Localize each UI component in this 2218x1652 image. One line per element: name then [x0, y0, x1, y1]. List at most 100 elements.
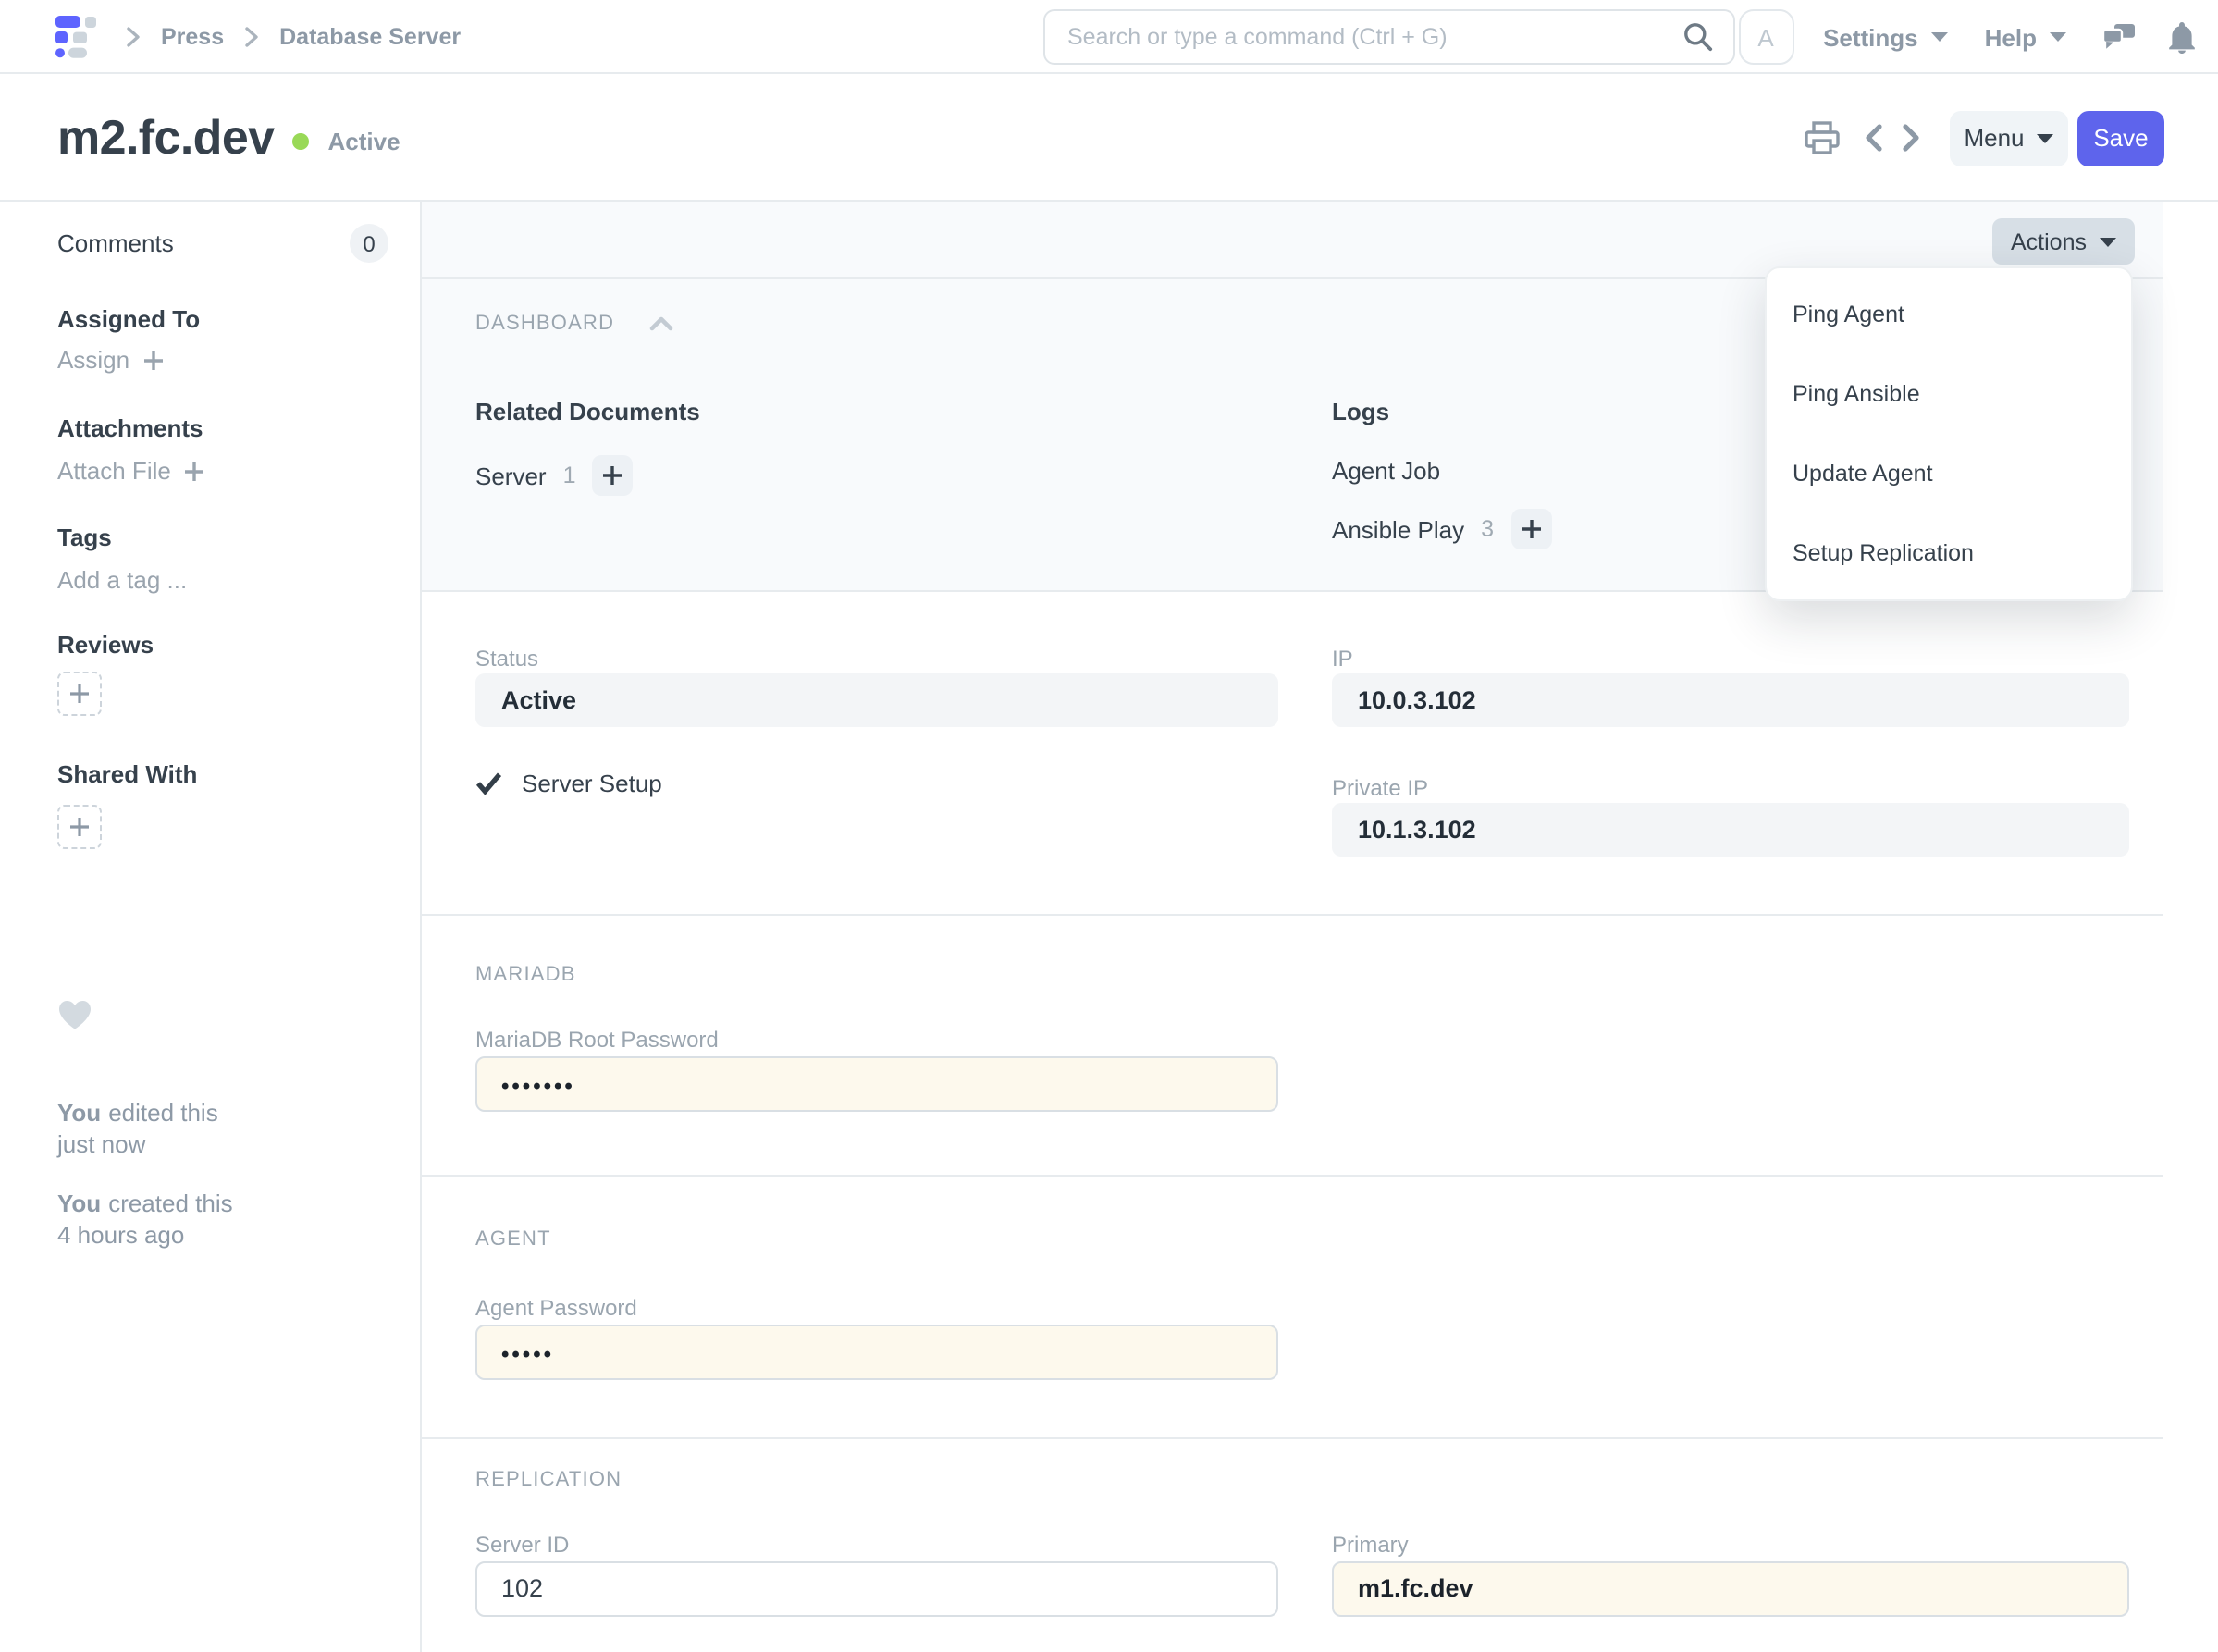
breadcrumb-database-server[interactable]: Database Server — [279, 24, 461, 50]
breadcrumb: Press Database Server — [126, 0, 461, 74]
share-button[interactable] — [57, 805, 102, 849]
server-id-label: Server ID — [475, 1532, 570, 1558]
menu-button-label: Menu — [1964, 124, 2025, 152]
agent-heading: AGENT — [475, 1228, 551, 1251]
agent-password-label: Agent Password — [475, 1295, 637, 1321]
assign-button[interactable]: Assign — [57, 346, 165, 374]
actions-button-label: Actions — [2011, 228, 2087, 254]
avatar-letter: A — [1757, 23, 1774, 51]
print-icon[interactable] — [1804, 120, 1841, 155]
global-search[interactable] — [1043, 9, 1735, 65]
form-sidebar: Comments 0 Assigned To Assign Attachment… — [0, 202, 420, 1652]
agent-password-input[interactable]: ••••• — [475, 1325, 1278, 1380]
menu-item-ping-agent[interactable]: Ping Agent — [1767, 276, 2131, 355]
settings-label: Settings — [1823, 23, 1918, 51]
add-tag-button[interactable]: Add a tag ... — [57, 566, 187, 594]
plus-icon — [70, 818, 89, 836]
breadcrumb-press[interactable]: Press — [161, 24, 224, 50]
related-documents-heading: Related Documents — [475, 398, 700, 425]
menu-button[interactable]: Menu — [1950, 110, 2068, 166]
add-review-button[interactable] — [57, 672, 102, 716]
avatar[interactable]: A — [1738, 9, 1794, 65]
prev-document-icon[interactable] — [1865, 124, 1883, 152]
mariadb-root-password-label: MariaDB Root Password — [475, 1027, 719, 1053]
agent-job-link[interactable]: Agent Job — [1332, 457, 1440, 485]
chevron-right-icon — [245, 27, 258, 47]
notifications-bell-icon[interactable] — [2168, 21, 2196, 53]
status-field-label: Status — [475, 646, 539, 672]
plus-icon — [144, 351, 164, 369]
server-id-input[interactable]: 102 — [475, 1561, 1278, 1617]
assign-label: Assign — [57, 346, 130, 374]
caret-down-icon — [2037, 133, 2054, 142]
help-label: Help — [1984, 23, 2037, 51]
attach-file-button[interactable]: Attach File — [57, 457, 206, 485]
status-field-value: Active — [475, 673, 1278, 727]
status-section: Status Active Server Setup IP 10.0.3.102… — [422, 592, 2163, 916]
server-setup-checkbox[interactable]: Server Setup — [475, 770, 1278, 797]
activity-edited: You edited this just now — [57, 1099, 218, 1158]
comments-count-badge: 0 — [350, 224, 388, 263]
status-indicator-dot — [292, 132, 310, 149]
assigned-to-heading: Assigned To — [57, 305, 201, 333]
search-input[interactable] — [1045, 24, 1683, 50]
chevron-right-icon — [127, 27, 140, 47]
primary-label: Primary — [1332, 1532, 1409, 1558]
ansible-play-link[interactable]: Ansible Play — [1332, 515, 1464, 543]
attach-file-label: Attach File — [57, 457, 171, 485]
plus-icon — [603, 466, 622, 485]
mariadb-section: MARIADB MariaDB Root Password ••••••• — [422, 916, 2163, 1177]
plus-icon — [1522, 520, 1540, 538]
reviews-heading: Reviews — [57, 631, 154, 659]
navbar-right: A Settings Help — [1738, 0, 2196, 74]
plus-icon — [185, 462, 204, 480]
server-doc-link[interactable]: Server — [475, 462, 547, 489]
shared-with-heading: Shared With — [57, 760, 198, 788]
attachments-heading: Attachments — [57, 414, 203, 442]
menu-item-setup-replication[interactable]: Setup Replication — [1767, 513, 2131, 593]
mariadb-heading: MARIADB — [475, 964, 576, 986]
dashboard-heading: DASHBOARD — [475, 313, 615, 335]
server-doc-count: 1 — [562, 462, 576, 488]
caret-down-icon — [2050, 32, 2066, 42]
checkmark-icon — [475, 772, 502, 795]
caret-down-icon — [1930, 32, 1948, 42]
actions-button[interactable]: Actions — [1992, 218, 2135, 265]
comments-label: Comments — [57, 229, 174, 257]
caret-down-icon — [2100, 237, 2116, 246]
app-root: Press Database Server A Settings Help — [0, 0, 2218, 1652]
collapse-section-icon[interactable] — [649, 316, 673, 331]
primary-input[interactable]: m1.fc.dev — [1332, 1561, 2129, 1617]
server-setup-label: Server Setup — [522, 770, 662, 797]
private-ip-field-value: 10.1.3.102 — [1332, 803, 2129, 857]
menu-item-update-agent[interactable]: Update Agent — [1767, 434, 2131, 513]
comments-link[interactable]: Comments 0 — [57, 224, 388, 263]
tags-heading: Tags — [57, 524, 112, 551]
ip-field-value: 10.0.3.102 — [1332, 673, 2129, 727]
ansible-play-count: 3 — [1481, 516, 1494, 542]
navbar: Press Database Server A Settings Help — [0, 0, 2218, 74]
save-button[interactable]: Save — [2077, 110, 2164, 166]
add-server-button[interactable] — [592, 455, 634, 496]
settings-menu[interactable]: Settings — [1823, 23, 1948, 51]
chat-icon[interactable] — [2103, 24, 2135, 50]
replication-section: REPLICATION Server ID 102 Primary m1.fc.… — [422, 1439, 2163, 1652]
page-header: m2.fc.dev Active Menu Save — [0, 74, 2218, 202]
private-ip-field-label: Private IP — [1332, 775, 1429, 801]
next-document-icon[interactable] — [1902, 124, 1920, 152]
menu-item-ping-ansible[interactable]: Ping Ansible — [1767, 355, 2131, 435]
help-menu[interactable]: Help — [1985, 23, 2066, 51]
ip-field-label: IP — [1332, 646, 1353, 672]
add-ansible-play-button[interactable] — [1510, 509, 1551, 549]
plus-icon — [70, 684, 89, 703]
mariadb-root-password-input[interactable]: ••••••• — [475, 1056, 1278, 1112]
replication-heading: REPLICATION — [475, 1469, 622, 1491]
activity-created: You created this 4 hours ago — [57, 1190, 233, 1249]
page-title: m2.fc.dev — [57, 109, 275, 165]
like-heart-icon[interactable] — [57, 999, 92, 1040]
app-logo-icon[interactable] — [55, 15, 102, 59]
status-indicator-label: Active — [327, 127, 400, 154]
agent-section: AGENT Agent Password ••••• — [422, 1177, 2163, 1439]
actions-dropdown-menu: Ping Agent Ping Ansible Update Agent Set… — [1765, 266, 2133, 601]
search-icon — [1683, 22, 1713, 52]
